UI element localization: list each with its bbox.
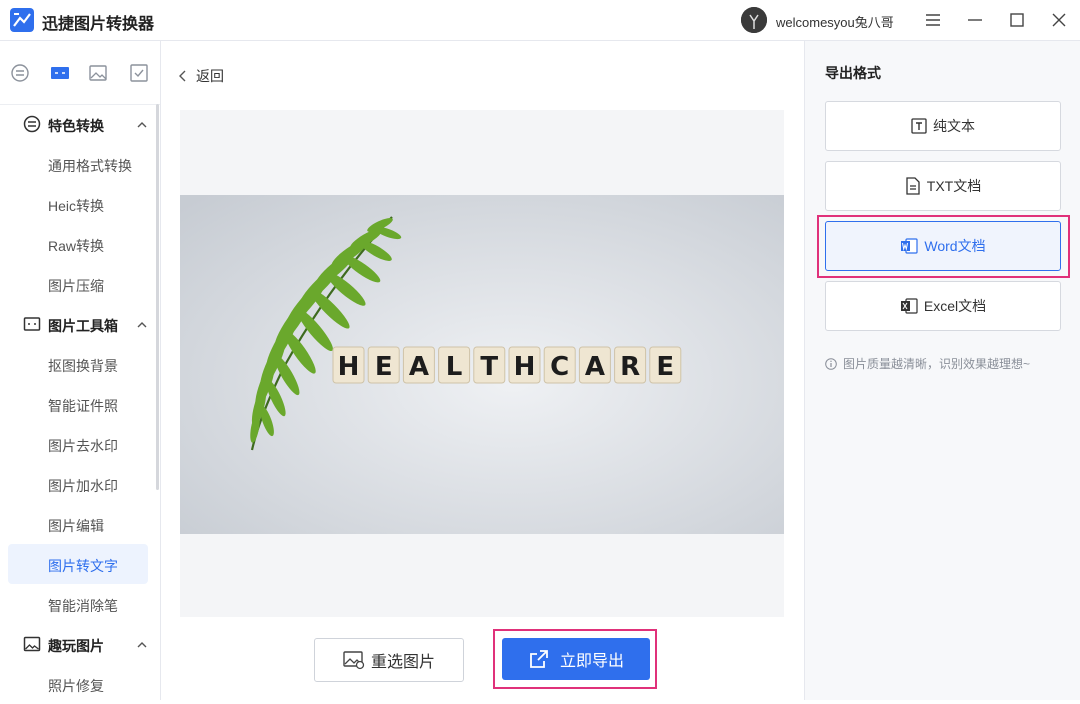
excel-icon bbox=[900, 298, 918, 314]
back-button[interactable]: 返回 bbox=[178, 67, 224, 85]
sidebar-item-cutout[interactable]: 抠图换背景 bbox=[8, 344, 148, 384]
group-label: 图片工具箱 bbox=[48, 318, 118, 334]
export-now-button[interactable]: 立即导出 bbox=[502, 638, 650, 680]
letter-tile-glyph: A bbox=[409, 352, 429, 382]
sidebar-item-eraser[interactable]: 智能消除笔 bbox=[8, 584, 148, 624]
letter-tile-glyph: H bbox=[514, 352, 536, 382]
chevron-up-icon bbox=[137, 317, 147, 328]
letter-tile-glyph: A bbox=[585, 352, 605, 382]
sidebar-item-edit[interactable]: 图片编辑 bbox=[8, 504, 148, 544]
letter-tile-glyph: E bbox=[375, 352, 393, 382]
format-plain-text[interactable]: 纯文本 bbox=[825, 101, 1061, 151]
close-icon[interactable] bbox=[1047, 8, 1071, 32]
letter-tile-glyph: C bbox=[550, 352, 569, 382]
format-txt[interactable]: TXT文档 bbox=[825, 161, 1061, 211]
letter-tile-glyph: L bbox=[446, 352, 463, 382]
image-preview-area: HEALTHCARE bbox=[180, 110, 784, 617]
sidebar-item-add-watermark[interactable]: 图片加水印 bbox=[8, 464, 148, 504]
chevron-up-icon bbox=[137, 117, 147, 128]
txt-file-icon bbox=[906, 177, 920, 195]
chevron-up-icon bbox=[137, 637, 147, 648]
sidebar-item-photo-repair[interactable]: 照片修复 bbox=[8, 664, 148, 704]
back-label: 返回 bbox=[196, 68, 224, 84]
export-icon bbox=[530, 650, 548, 668]
letter-tile-glyph: T bbox=[480, 352, 498, 382]
sidebar-scrollbar[interactable] bbox=[156, 104, 159, 490]
uploaded-photo: HEALTHCARE bbox=[180, 195, 784, 534]
username[interactable]: welcomesyou兔八哥 bbox=[776, 12, 894, 31]
checklist-icon[interactable] bbox=[129, 63, 149, 83]
format-excel[interactable]: Excel文档 bbox=[825, 281, 1061, 331]
letter-tile-glyph: R bbox=[620, 352, 640, 382]
maximize-icon[interactable] bbox=[1005, 8, 1029, 32]
chevron-left-icon bbox=[179, 70, 186, 82]
group-image-toolbox[interactable]: 图片工具箱 bbox=[0, 304, 156, 344]
toolbox-icon[interactable] bbox=[50, 63, 70, 83]
group-special-convert[interactable]: 特色转换 bbox=[0, 104, 156, 144]
group-label: 趣玩图片 bbox=[48, 638, 104, 654]
image-fun-icon[interactable] bbox=[88, 63, 108, 83]
export-label: 立即导出 bbox=[559, 653, 624, 670]
image-fun-icon bbox=[23, 635, 41, 653]
group-fun-images[interactable]: 趣玩图片 bbox=[0, 624, 156, 664]
convert-icon bbox=[23, 115, 41, 133]
quality-tip: 图片质量越清晰，识别效果越理想~ bbox=[825, 355, 1030, 372]
app-title: 迅捷图片转换器 bbox=[42, 16, 155, 33]
export-format-panel: 导出格式 纯文本 TXT文档 Word文档 Excel文档 图片质量越清晰，识别… bbox=[804, 41, 1080, 700]
toolbox-icon bbox=[23, 315, 41, 333]
sidebar-item-remove-watermark[interactable]: 图片去水印 bbox=[8, 424, 148, 464]
reselect-image-button[interactable]: 重选图片 bbox=[314, 638, 464, 682]
sidebar-item-compress[interactable]: 图片压缩 bbox=[8, 264, 148, 304]
sidebar-item-image-to-text[interactable]: 图片转文字 bbox=[8, 544, 148, 584]
word-icon bbox=[901, 238, 918, 254]
sidebar-top-icons bbox=[0, 41, 160, 105]
info-icon bbox=[825, 357, 837, 370]
avatar[interactable] bbox=[741, 7, 767, 33]
sidebar-item-id-photo[interactable]: 智能证件照 bbox=[8, 384, 148, 424]
minimize-icon[interactable] bbox=[963, 8, 987, 32]
format-word[interactable]: Word文档 bbox=[825, 221, 1061, 271]
app-logo-icon bbox=[10, 8, 34, 32]
title-bar: 迅捷图片转换器 welcomesyou兔八哥 bbox=[0, 0, 1080, 41]
convert-icon[interactable] bbox=[10, 63, 30, 83]
sidebar: 特色转换 通用格式转换 Heic转换 Raw转换 图片压缩 图片工具箱 抠图换背… bbox=[0, 41, 161, 700]
letter-tile-glyph: H bbox=[338, 352, 360, 382]
sidebar-item-raw[interactable]: Raw转换 bbox=[8, 224, 148, 264]
sidebar-item-heic[interactable]: Heic转换 bbox=[8, 184, 148, 224]
letter-tile-glyph: E bbox=[656, 352, 674, 382]
group-label: 特色转换 bbox=[48, 118, 104, 134]
image-reselect-icon bbox=[343, 651, 365, 670]
sidebar-item-general-convert[interactable]: 通用格式转换 bbox=[8, 144, 148, 184]
text-icon bbox=[911, 118, 927, 134]
export-format-title: 导出格式 bbox=[825, 65, 881, 81]
menu-icon[interactable] bbox=[921, 8, 945, 32]
reselect-label: 重选图片 bbox=[370, 654, 435, 671]
